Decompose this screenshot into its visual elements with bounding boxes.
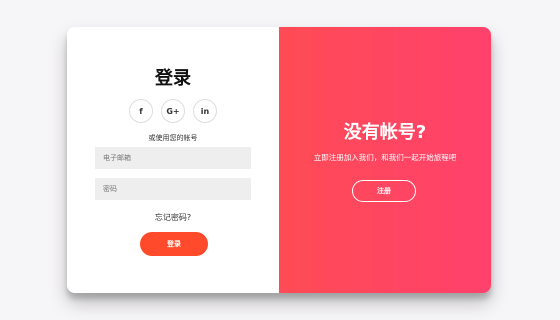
login-button[interactable]: 登录 xyxy=(140,232,208,256)
google-plus-login-button[interactable]: G+ xyxy=(161,99,185,123)
forgot-password-link[interactable]: 忘记密码? xyxy=(67,212,279,223)
use-account-hint: 或使用您的帐号 xyxy=(148,134,198,142)
overlay-text: 立即注册加入我们，和我们一起开始旅程吧 xyxy=(313,153,457,162)
linkedin-icon: in xyxy=(200,106,210,116)
password-field[interactable] xyxy=(95,178,251,200)
facebook-login-button[interactable]: f xyxy=(129,99,153,123)
email-field[interactable] xyxy=(95,147,251,169)
signup-overlay-panel: 没有帐号? 立即注册加入我们，和我们一起开始旅程吧 注册 xyxy=(279,27,491,293)
auth-card: 登录 f G+ in 或使用您的帐号 忘记密码? 登录 没有帐号? 立即注册加入… xyxy=(67,27,491,293)
login-title: 登录 xyxy=(155,68,191,89)
signup-button[interactable]: 注册 xyxy=(352,180,416,202)
overlay-title: 没有帐号? xyxy=(343,122,427,143)
google-plus-icon: G+ xyxy=(166,106,180,116)
login-panel: 登录 f G+ in 或使用您的帐号 忘记密码? 登录 xyxy=(67,27,279,293)
social-login-group: f G+ in xyxy=(67,99,279,123)
linkedin-login-button[interactable]: in xyxy=(193,99,217,123)
facebook-icon: f xyxy=(139,106,143,116)
